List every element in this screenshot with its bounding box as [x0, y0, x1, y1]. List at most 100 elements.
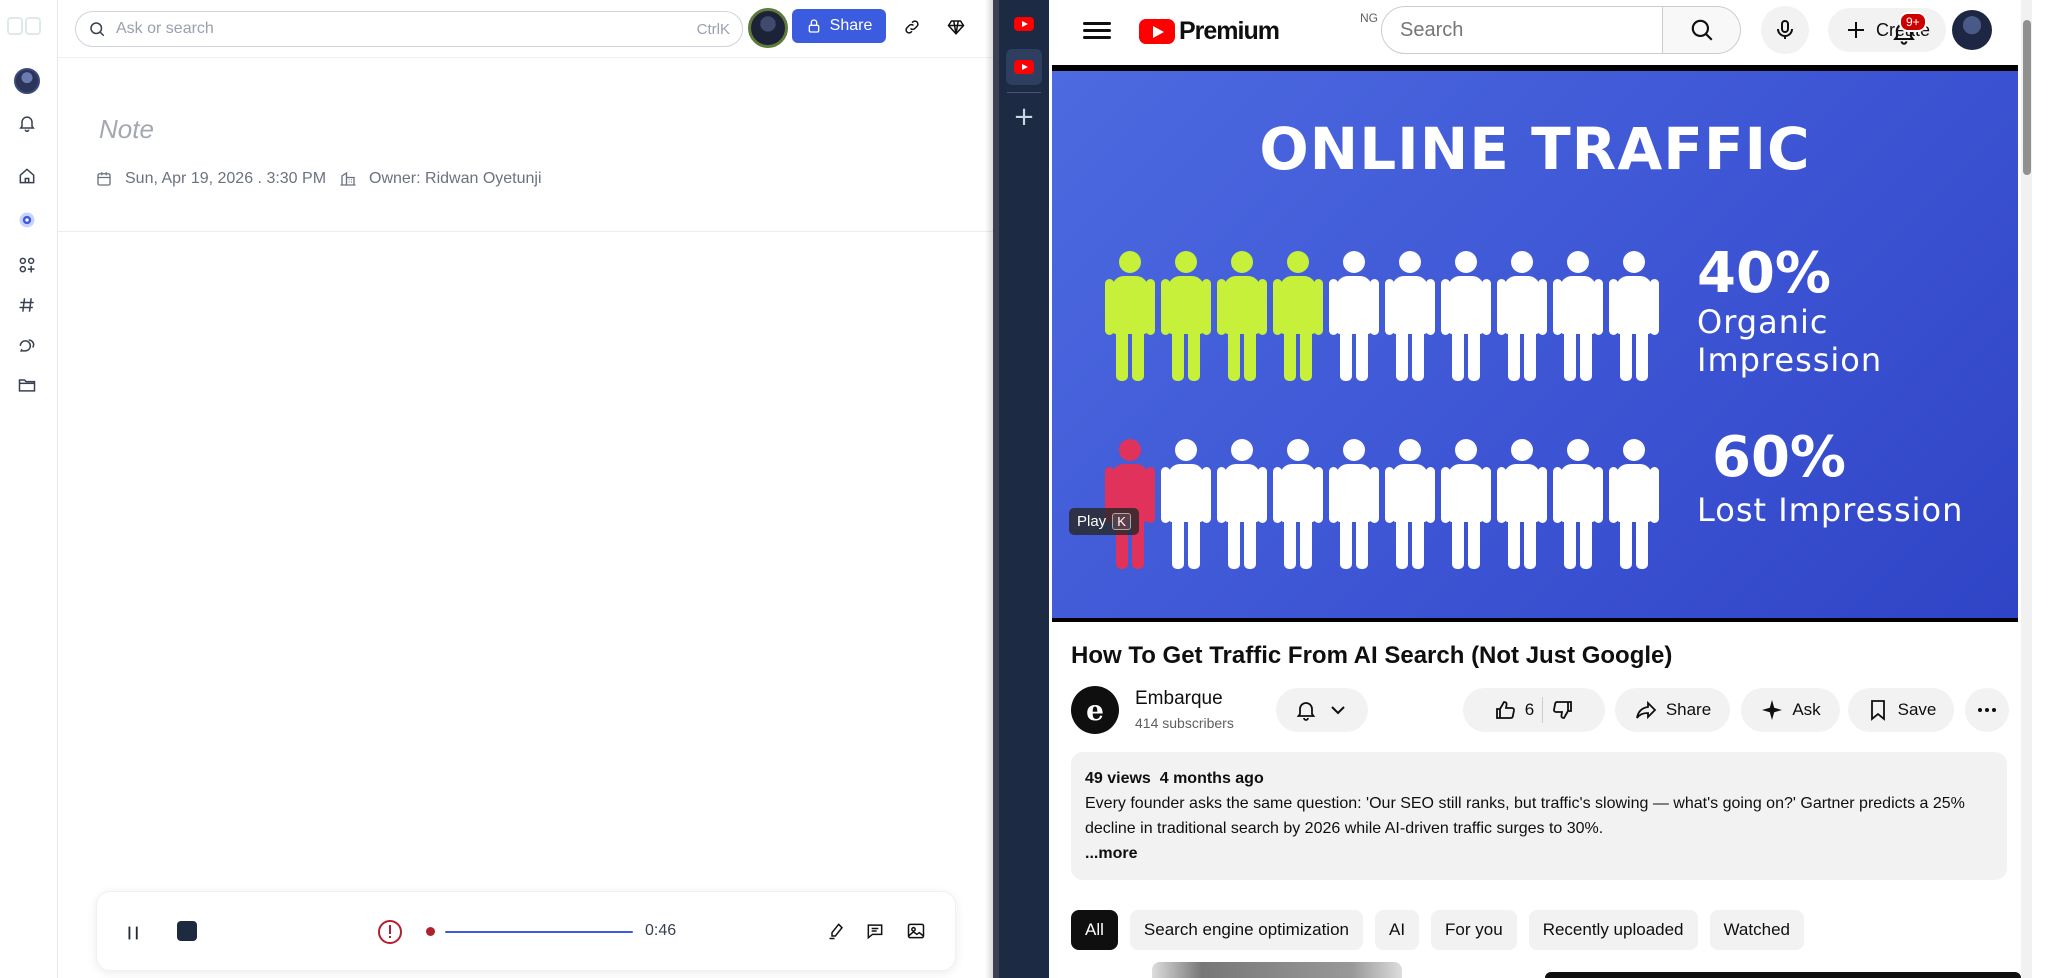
recording-time: 0:46 [645, 922, 677, 939]
show-more-link[interactable]: ...more [1085, 841, 1993, 866]
stop-button[interactable] [177, 921, 197, 941]
image-icon[interactable] [904, 919, 928, 943]
scrollbar-thumb[interactable] [2023, 20, 2031, 175]
bell-icon[interactable] [14, 110, 40, 136]
organic-figures-row [1102, 251, 1662, 381]
menu-icon[interactable] [1083, 18, 1111, 46]
person-figure [1326, 439, 1382, 569]
video-frame: ONLINE TRAFFIC 40% Organic Impression 60… [1052, 71, 2018, 618]
person-figure [1382, 439, 1438, 569]
video-player[interactable]: ONLINE TRAFFIC 40% Organic Impression 60… [1052, 65, 2018, 622]
youtube-header: Premium NG Search Create 9+ [1049, 0, 2032, 64]
person-figure [1158, 251, 1214, 381]
search-shortcut: CtrlK [696, 20, 730, 38]
search-icon [90, 22, 105, 37]
person-figure [1214, 251, 1270, 381]
person-figure [1606, 439, 1662, 569]
tab-separator [1007, 92, 1041, 93]
filter-chip[interactable]: Watched [1709, 910, 1804, 950]
filter-chip[interactable]: AI [1374, 910, 1420, 950]
link-icon[interactable] [899, 14, 925, 40]
ask-button[interactable]: Ask [1741, 688, 1840, 732]
share-label: Share [829, 17, 873, 34]
thumbnail-title: ONLINE TRAFFIC [1259, 115, 1811, 183]
lock-icon [808, 19, 819, 33]
play-tooltip-label: Play [1077, 513, 1107, 530]
filter-chip[interactable]: Search engine optimization [1129, 910, 1363, 950]
filter-chip[interactable]: All [1071, 910, 1118, 950]
person-figure [1158, 439, 1214, 569]
video-title: How To Get Traffic From AI Search (Not J… [1071, 642, 1673, 669]
microphone-icon [1777, 20, 1793, 39]
left-rail [0, 0, 58, 978]
like-dislike-group: 6 [1463, 688, 1605, 732]
bookmark-icon [1870, 700, 1885, 721]
chat-icon[interactable] [14, 332, 40, 358]
note-date[interactable]: Sun, Apr 19, 2026 . 3:30 PM [95, 170, 326, 188]
share-icon [1635, 700, 1657, 720]
filter-chip[interactable]: For you [1431, 910, 1517, 950]
search-placeholder: Ask or search [116, 20, 214, 37]
share-button[interactable]: Share [792, 9, 886, 43]
user-avatar[interactable] [14, 68, 40, 94]
person-figure [1550, 251, 1606, 381]
youtube-tab[interactable] [1006, 6, 1042, 42]
comment-icon[interactable] [863, 919, 887, 943]
home-icon[interactable] [14, 163, 40, 189]
channel-avatar[interactable]: e [1071, 686, 1119, 734]
scrollbar[interactable] [2021, 0, 2032, 978]
add-tab-icon[interactable]: + [1011, 104, 1037, 130]
youtube-logo[interactable]: Premium NG [1139, 11, 1378, 46]
voice-search-button[interactable] [1761, 6, 1809, 54]
description-box[interactable]: 49 views 4 months ago Every founder asks… [1071, 752, 2007, 880]
person-figure [1102, 439, 1158, 569]
more-actions-button[interactable] [1965, 688, 2009, 732]
search-button[interactable] [1663, 6, 1741, 54]
search-icon [1691, 19, 1713, 41]
note-owner-text: Owner: Ridwan Oyetunji [369, 170, 542, 187]
subscription-bell-button[interactable] [1276, 688, 1368, 732]
pen-icon[interactable] [825, 919, 849, 943]
lost-figures-row [1102, 439, 1662, 569]
share-button[interactable]: Share [1615, 688, 1730, 732]
warning-icon[interactable] [376, 918, 404, 946]
building-icon [340, 171, 356, 186]
person-figure [1550, 439, 1606, 569]
youtube-search-input[interactable]: Search [1381, 6, 1663, 54]
activity-icon[interactable] [14, 207, 40, 233]
related-thumbnail[interactable] [1152, 962, 1402, 978]
youtube-icon [1014, 17, 1034, 31]
note-title[interactable]: Note [99, 114, 154, 145]
related-thumbnail[interactable] [1545, 972, 2021, 978]
note-owner[interactable]: Owner: Ridwan Oyetunji [339, 170, 542, 188]
like-count: 6 [1524, 700, 1535, 719]
top-bar: Ask or search CtrlK Share [58, 0, 993, 58]
folder-icon[interactable] [14, 372, 40, 398]
channel-name[interactable]: Embarque [1135, 688, 1223, 710]
search-input[interactable]: Ask or search CtrlK [75, 11, 743, 47]
save-button[interactable]: Save [1848, 688, 1954, 732]
stat2-label: Lost Impression [1697, 491, 1964, 529]
apps-icon[interactable] [14, 252, 40, 278]
save-label: Save [1897, 700, 1937, 719]
youtube-play-icon [1139, 19, 1175, 44]
more-icon [1978, 708, 1996, 712]
youtube-tab-active[interactable] [1006, 49, 1042, 85]
ask-label: Ask [1792, 700, 1821, 719]
dislike-icon[interactable] [1551, 698, 1575, 722]
note-date-text: Sun, Apr 19, 2026 . 3:30 PM [125, 170, 327, 187]
play-tooltip-key: K [1112, 513, 1131, 530]
sparkle-icon [1762, 700, 1783, 720]
audio-recorder: 0:46 [96, 891, 956, 971]
notes-app: Ask or search CtrlK Share Note Sun, Apr … [0, 0, 993, 978]
view-stats: 49 views 4 months ago [1085, 766, 1993, 791]
filter-chip[interactable]: Recently uploaded [1528, 910, 1698, 950]
share-label: Share [1665, 700, 1712, 719]
like-icon[interactable] [1493, 698, 1517, 722]
avatar[interactable] [1952, 10, 1992, 50]
pause-button[interactable] [121, 920, 147, 946]
app-logo-icon [6, 14, 46, 38]
avatar[interactable] [748, 8, 788, 48]
hashtag-icon[interactable] [14, 292, 40, 318]
diamond-icon[interactable] [943, 14, 969, 40]
